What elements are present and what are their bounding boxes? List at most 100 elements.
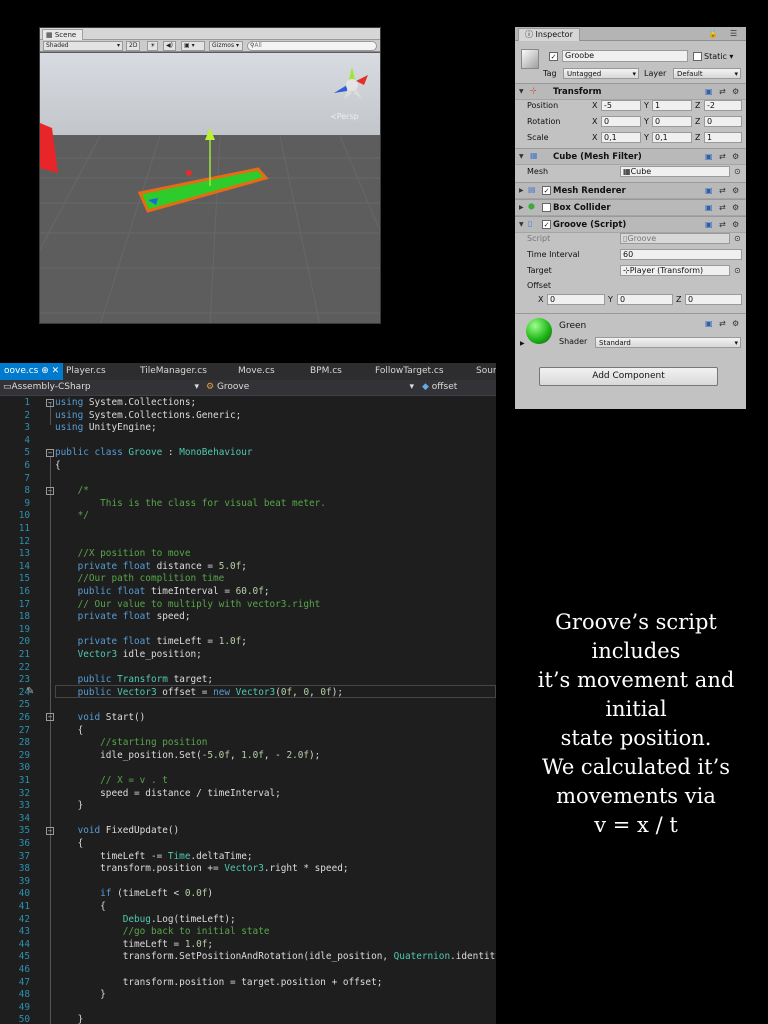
settings-gear-icon[interactable]: ⚙ <box>732 186 739 195</box>
settings-gear-icon[interactable]: ⚙ <box>732 220 739 229</box>
time-interval-field[interactable]: 60 <box>620 249 742 260</box>
offset-z-field[interactable]: 0 <box>685 294 742 305</box>
inspector-tab[interactable]: ⓘ Inspector <box>518 28 580 41</box>
help-icon[interactable]: ▣ <box>705 152 713 161</box>
preset-icon[interactable]: ⇄ <box>719 220 726 229</box>
object-name-field[interactable]: Groobe <box>562 50 688 62</box>
preset-icon[interactable]: ⇄ <box>719 87 726 96</box>
object-picker-icon[interactable]: ⊙ <box>734 167 741 176</box>
code-line: // X = v . t <box>55 775 168 786</box>
caption-line: Groove’s script <box>555 610 717 634</box>
caption-text: Groove’s script includes it’s movement a… <box>520 608 752 840</box>
settings-gear-icon[interactable]: ⚙ <box>732 319 739 328</box>
help-icon[interactable]: ▣ <box>705 319 713 328</box>
position-x-field[interactable]: -5 <box>601 100 641 111</box>
rotation-x-field[interactable]: 0 <box>601 116 641 127</box>
shader-dropdown[interactable]: Standard <box>595 337 741 348</box>
y-axis-arrow-icon[interactable] <box>205 128 215 140</box>
groobe-cube-selected[interactable] <box>137 167 269 213</box>
tab-player-cs[interactable]: Player.cs <box>66 363 106 380</box>
mesh-filter-header[interactable]: ▼ ▦ Cube (Mesh Filter) ▣ ⇄ ⚙ <box>515 148 746 165</box>
code-line: //Our path complition time <box>55 573 225 585</box>
red-object-shape[interactable] <box>40 123 58 173</box>
fold-toggle-icon[interactable]: − <box>46 399 54 407</box>
help-icon[interactable]: ▣ <box>705 203 713 212</box>
tab-move-cs[interactable]: Move.cs <box>238 363 275 380</box>
scale-z-field[interactable]: 1 <box>704 132 742 143</box>
tab-followtarget-cs[interactable]: FollowTarget.cs <box>375 363 444 380</box>
tab-bpm-cs[interactable]: BPM.cs <box>310 363 342 380</box>
add-component-button[interactable]: Add Component <box>539 367 718 386</box>
fold-toggle-icon[interactable]: − <box>46 713 54 721</box>
pin-icon[interactable]: ⊕ <box>41 366 49 376</box>
position-y-field[interactable]: 1 <box>652 100 692 111</box>
editor-nav-bar: ▭Assembly-CSharp ▾ ⚙ Groove ▾ ◆ offset <box>0 380 496 396</box>
lock-icon[interactable]: 🔒 <box>708 29 718 38</box>
line-number: 23 <box>18 674 30 686</box>
axis-x-label: X <box>592 117 598 126</box>
rotation-z-field[interactable]: 0 <box>704 116 742 127</box>
fold-toggle-icon[interactable]: − <box>46 827 54 835</box>
code-line: transform.SetPositionAndRotation(idle_po… <box>55 951 496 963</box>
mesh-object-field[interactable]: ▦Cube <box>620 166 730 177</box>
mesh-renderer-header[interactable]: ▶ ▤ ✓ Mesh Renderer ▣ ⇄ ⚙ <box>515 182 746 199</box>
scale-x-field[interactable]: 0,1 <box>601 132 641 143</box>
rotation-y-field[interactable]: 0 <box>652 116 692 127</box>
preset-icon[interactable]: ⇄ <box>719 319 726 328</box>
panel-menu-icon[interactable]: ☰ <box>730 29 737 38</box>
object-name-value: Groobe <box>565 51 595 60</box>
offset-x-field[interactable]: 0 <box>547 294 605 305</box>
class-dropdown[interactable]: ⚙ Groove ▾ <box>206 380 416 395</box>
groove-script-checkbox[interactable]: ✓ <box>542 220 551 229</box>
groove-script-header[interactable]: ▼ ▯ ✓ Groove (Script) ▣ ⇄ ⚙ <box>515 216 746 233</box>
scale-y-field[interactable]: 0,1 <box>652 132 692 143</box>
tab-groove-cs[interactable]: oove.cs ⊕ ✕ <box>0 363 64 380</box>
project-dropdown[interactable]: ▭Assembly-CSharp ▾ <box>3 380 201 395</box>
shader-value: Standard <box>599 339 631 347</box>
object-picker-icon[interactable]: ⊙ <box>734 266 741 275</box>
layer-dropdown[interactable]: Default <box>673 68 741 79</box>
preset-icon[interactable]: ⇄ <box>719 152 726 161</box>
close-icon[interactable]: ✕ <box>52 366 60 376</box>
x-axis-handle-icon[interactable] <box>186 170 192 176</box>
scale-label: Scale <box>527 133 549 142</box>
line-number: 38 <box>18 863 30 875</box>
scene-view[interactable]: ▦ Scene Shaded ▾ 2D ☀ ◀) ▣ ▾ Gizmos ▾ ⚲Al… <box>39 27 381 324</box>
transform-header[interactable]: ▼ ⊹ Transform ▣ ⇄ ⚙ <box>515 83 746 100</box>
persp-label[interactable]: ≺Persp <box>330 112 359 121</box>
line-number: 20 <box>18 636 30 648</box>
code-line: timeLeft = 1.0f; <box>55 938 214 950</box>
caption-line: movements via <box>556 784 716 808</box>
box-collider-header[interactable]: ▶ ⬢ Box Collider ▣ ⇄ ⚙ <box>515 199 746 216</box>
code-editor[interactable]: oove.cs ⊕ ✕ Player.cs TileManager.cs Mov… <box>0 363 496 1024</box>
target-object-field[interactable]: ⊹Player (Transform) <box>620 265 730 276</box>
help-icon[interactable]: ▣ <box>705 220 713 229</box>
scene-viewport-graphics <box>40 67 380 323</box>
transform-icon: ⊹ <box>530 86 537 95</box>
active-checkbox[interactable]: ✓ <box>549 52 558 61</box>
tag-dropdown[interactable]: Untagged <box>563 68 639 79</box>
tab-source[interactable]: Sour <box>476 363 496 380</box>
mesh-renderer-checkbox[interactable]: ✓ <box>542 186 551 195</box>
settings-gear-icon[interactable]: ⚙ <box>732 152 739 161</box>
static-checkbox[interactable] <box>693 52 702 61</box>
collapsed-arrow-icon[interactable]: ▶ <box>520 340 525 347</box>
preset-icon[interactable]: ⇄ <box>719 203 726 212</box>
help-icon[interactable]: ▣ <box>705 186 713 195</box>
rotation-y-value: 0 <box>655 117 661 126</box>
box-collider-checkbox[interactable] <box>542 203 551 212</box>
line-number: 27 <box>18 724 30 736</box>
tab-tilemanager-cs[interactable]: TileManager.cs <box>140 363 207 380</box>
settings-gear-icon[interactable]: ⚙ <box>732 87 739 96</box>
help-icon[interactable]: ▣ <box>705 87 713 96</box>
quick-action-icon[interactable]: ✎ <box>26 686 34 697</box>
line-number: 35 <box>18 825 30 837</box>
offset-y-field[interactable]: 0 <box>617 294 673 305</box>
settings-gear-icon[interactable]: ⚙ <box>732 203 739 212</box>
member-dropdown[interactable]: ◆ offset <box>422 380 494 395</box>
orientation-gizmo-icon[interactable] <box>334 67 368 99</box>
preset-icon[interactable]: ⇄ <box>719 186 726 195</box>
position-z-field[interactable]: -2 <box>704 100 742 111</box>
fold-toggle-icon[interactable]: − <box>46 449 54 457</box>
fold-toggle-icon[interactable]: − <box>46 487 54 495</box>
